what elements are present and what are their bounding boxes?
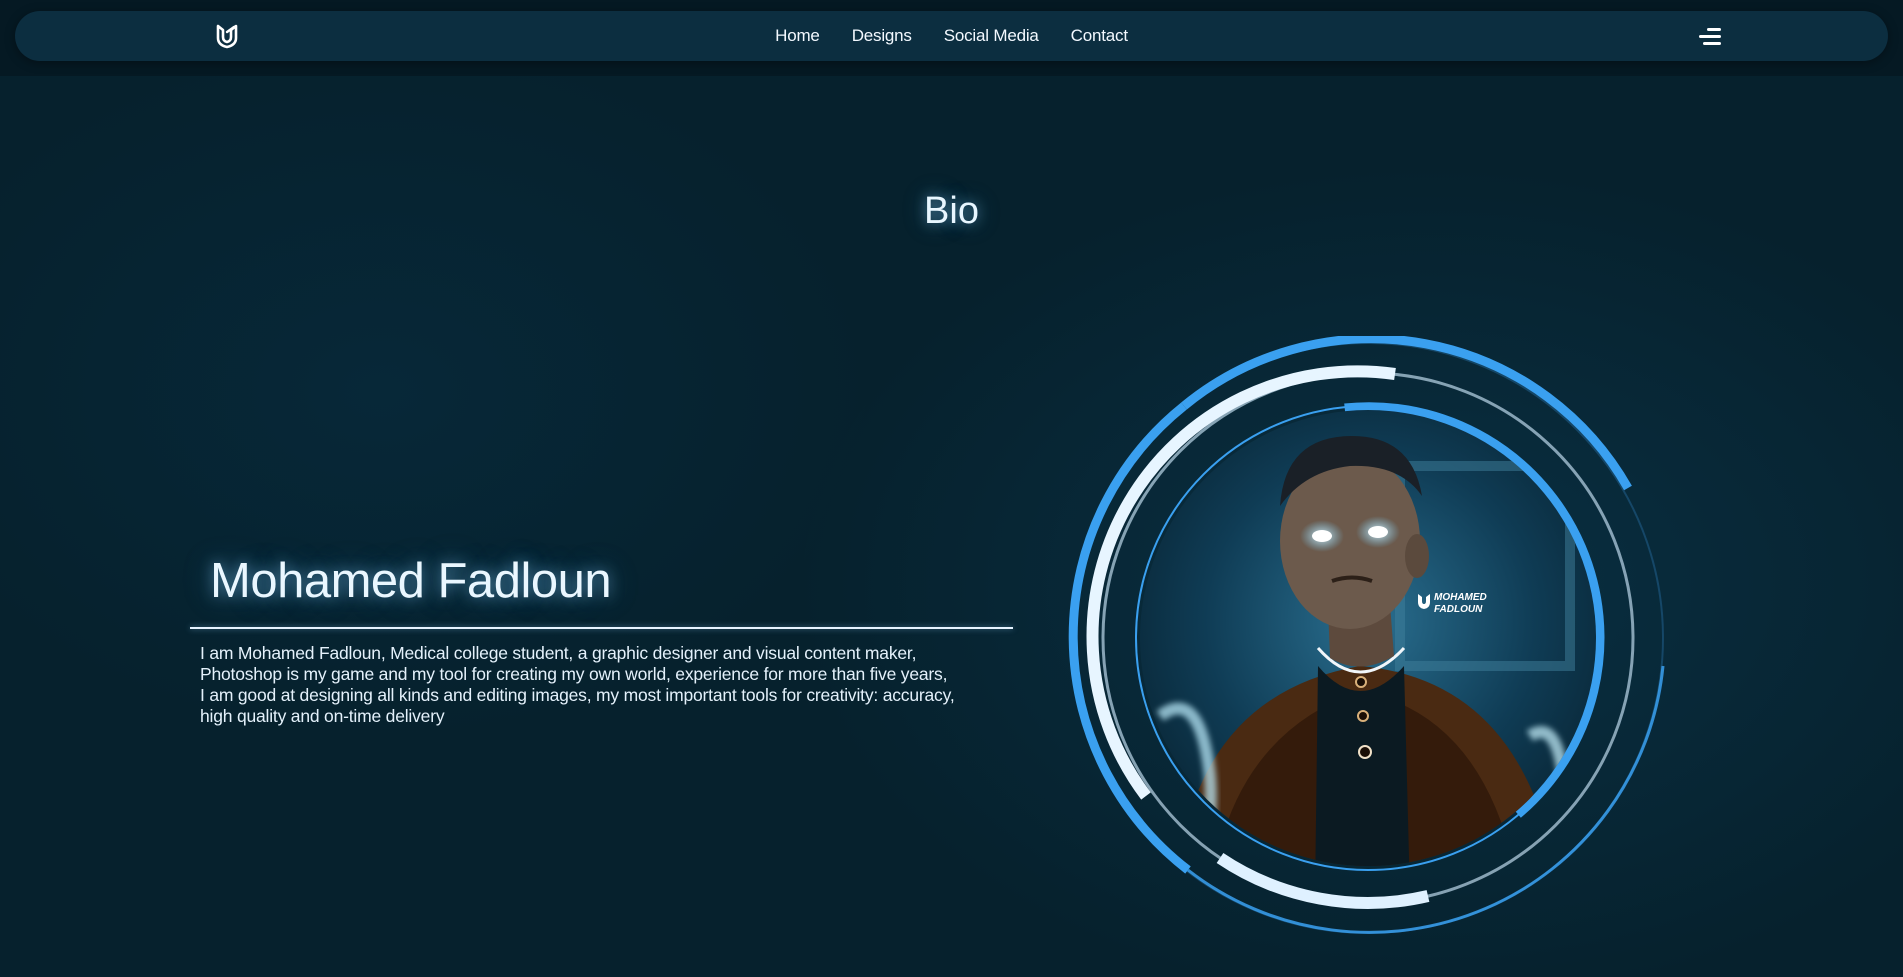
monogram-logo-icon [216, 24, 238, 49]
nav-links: Home Designs Social Media Contact [15, 11, 1888, 61]
navbar: Home Designs Social Media Contact [15, 11, 1888, 61]
logo-link[interactable] [201, 21, 253, 51]
menu-line [1707, 27, 1721, 31]
divider [190, 627, 1013, 629]
portrait-frame: MOHAMED FADLOUN [1060, 334, 1670, 946]
profile-photo: MOHAMED FADLOUN [1140, 410, 1596, 866]
watermark-line: FADLOUN [1434, 604, 1483, 615]
bio-line: I am good at designing all kinds and edi… [200, 685, 955, 705]
portrait-rings: MOHAMED FADLOUN [1068, 334, 1665, 934]
bio-text: I am Mohamed Fadloun, Medical college st… [200, 643, 1010, 727]
hamburger-menu-icon[interactable] [1687, 23, 1721, 49]
menu-line [1703, 41, 1721, 45]
nav-link-designs[interactable]: Designs [852, 26, 912, 46]
profile-name: Mohamed Fadloun [210, 554, 612, 608]
section-title: Bio [924, 190, 979, 232]
watermark-line: MOHAMED [1434, 592, 1487, 603]
bio-line: Photoshop is my game and my tool for cre… [200, 664, 948, 684]
bio-line: I am Mohamed Fadloun, Medical college st… [200, 643, 917, 663]
nav-link-home[interactable]: Home [775, 26, 820, 46]
nav-link-contact[interactable]: Contact [1071, 26, 1128, 46]
menu-line [1699, 34, 1721, 38]
bio-line: high quality and on-time delivery [200, 706, 445, 726]
nav-link-social-media[interactable]: Social Media [944, 26, 1039, 46]
